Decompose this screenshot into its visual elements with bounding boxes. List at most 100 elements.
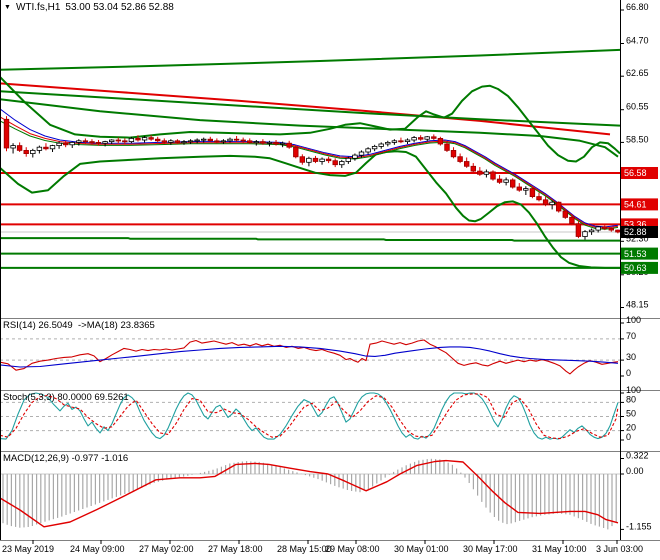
macd-indicator-label: MACD(12,26,9) -0.977 -1.016 [3, 453, 129, 464]
chart-canvas[interactable]: 66.8064.7062.6560.5558.5052.3050.2048.15… [0, 0, 660, 560]
candle-body [371, 145, 378, 150]
candle-body [273, 141, 279, 145]
candle-body [417, 137, 424, 140]
price-badge-label: 52.88 [624, 227, 647, 237]
candle-body [174, 140, 181, 143]
candle-body [595, 226, 601, 231]
series-slow-ma-green-1 [0, 90, 621, 127]
candle-body [200, 138, 207, 141]
candle-body [122, 140, 128, 143]
rsi-indicator-label: RSI(14) 26.5049 ->MA(18) 23.8365 [3, 320, 155, 331]
candle-body [483, 171, 490, 175]
candle-body [325, 158, 332, 162]
time-axis-label: 31 May 10:00 [532, 544, 587, 554]
candle-body [582, 231, 588, 237]
candle-body [536, 196, 542, 201]
candle-body [463, 161, 470, 167]
stoch-axis-label: 80 [626, 394, 636, 404]
candle-body [556, 201, 562, 212]
candle-body [602, 226, 608, 229]
candle-body [141, 137, 148, 141]
price-badge-label: 56.58 [624, 168, 647, 178]
symbol-timeframe-label: WTI.fs,H1 [15, 2, 61, 13]
candle-body [293, 146, 299, 158]
macd-axis-label: 0.322 [626, 451, 649, 461]
rsi-axis-label: 100 [626, 315, 641, 325]
candle-body [562, 210, 568, 218]
candle-body [352, 154, 358, 159]
candle-body [168, 140, 174, 143]
trading-chart-window: 66.8064.7062.6560.5558.5052.3050.2048.15… [0, 0, 660, 560]
candle-body [490, 171, 496, 180]
candle-body [404, 139, 411, 143]
candle-body [306, 157, 312, 163]
candle-body [549, 201, 555, 205]
candle-body [516, 186, 522, 191]
candle-body [358, 151, 365, 156]
time-axis-label: 28 May 15:00 [277, 544, 332, 554]
candle-body [214, 140, 220, 143]
candle-body [385, 141, 391, 145]
dropdown-arrow-icon[interactable]: ▼ [4, 3, 11, 13]
candle-body [76, 140, 82, 143]
candle-body [135, 137, 141, 141]
candle-body [509, 179, 516, 188]
series-macd-signal [0, 459, 619, 528]
chart-title: ▼ WTI.fs,H1 53.00 53.04 52.86 52.88 [4, 2, 174, 13]
candle-body [128, 137, 135, 142]
stoch-axis-label: 50 [626, 409, 636, 419]
rsi-axis-label: 70 [626, 331, 636, 341]
candle-body [378, 143, 384, 147]
candle-body [450, 149, 457, 158]
candle-body [82, 140, 89, 143]
candle-body [207, 138, 213, 142]
time-axis-label: 29 May 08:00 [325, 544, 380, 554]
candle-body [246, 140, 253, 143]
candle-body [102, 141, 108, 144]
candle-body [240, 139, 246, 142]
candle-body [503, 179, 509, 183]
candle-body [319, 158, 325, 162]
stepped-support-line [0, 237, 620, 242]
candle-body [411, 137, 417, 141]
candle-body [299, 156, 305, 163]
time-axis-label: 23 May 2019 [2, 544, 54, 554]
ohlc-values: 53.00 53.04 52.86 52.88 [65, 2, 174, 13]
candle-body [391, 140, 398, 143]
candle-body [266, 141, 273, 144]
candle-body [161, 140, 167, 143]
price-axis-label: 62.65 [626, 68, 649, 78]
candle-body [542, 199, 549, 206]
candle-body [523, 188, 529, 191]
candle-body [115, 139, 121, 142]
candle-body [615, 229, 621, 233]
candle-body [437, 137, 444, 145]
price-axis-label: 66.80 [626, 2, 649, 12]
candle-body [148, 137, 154, 140]
price-axis-label: 48.15 [626, 300, 649, 310]
price-badge-label: 54.61 [624, 200, 647, 210]
time-axis-label: 24 May 09:00 [70, 544, 125, 554]
price-axis-label: 64.70 [626, 36, 649, 46]
candle-body [457, 156, 463, 162]
stochastic-indicator-label: Stoch(5,3,3) 80.0000 69.5261 [3, 392, 129, 403]
candle-body [365, 148, 371, 153]
candle-body [431, 136, 437, 139]
candle-body [16, 145, 23, 151]
candle-body [588, 229, 595, 233]
time-axis-label: 30 May 17:00 [463, 544, 518, 554]
series-rsi [0, 339, 619, 375]
candle-body [181, 141, 187, 144]
candle-body [398, 140, 404, 143]
candle-body [23, 149, 29, 154]
candle-body [3, 118, 10, 149]
candle-body [477, 170, 483, 175]
candle-body [56, 142, 62, 146]
price-badge-label: 51.53 [624, 249, 647, 259]
candle-body [233, 138, 240, 141]
candle-body [63, 142, 69, 146]
candle-body [194, 139, 200, 142]
time-axis-label: 27 May 02:00 [139, 544, 194, 554]
series-wide-band-upper [0, 48, 621, 71]
candle-body [279, 142, 286, 145]
